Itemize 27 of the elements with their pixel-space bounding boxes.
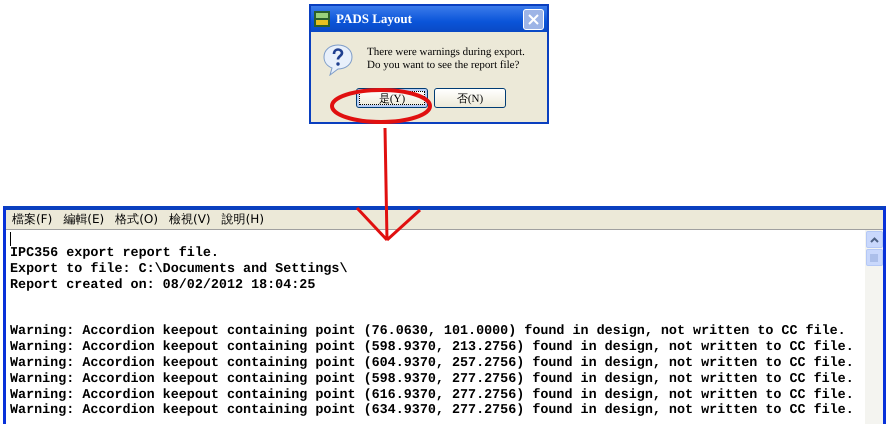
text-line: Warning: Accordion keepout containing point (598.9370, 277.2756) found in design, not written to CC file.: [10, 372, 855, 388]
menu-item[interactable]: 說明(H): [222, 211, 264, 228]
question-icon: [323, 44, 353, 76]
text-line: Warning: Accordion keepout containing point (604.9370, 257.2756) found in design, not written to CC file.: [10, 356, 855, 372]
close-icon: [527, 12, 540, 26]
message-text: Do you want to see the report file?: [367, 59, 520, 72]
close-button[interactable]: [523, 8, 544, 30]
text-line: Warning: Accordion keepout containing point (634.9370, 277.2756) found in design, not written to CC file.: [10, 403, 855, 420]
text-line: Export to file: C:\Documents and Settings\: [10, 262, 348, 278]
menu-item[interactable]: 檢視(V): [169, 211, 211, 228]
text-line: Warning: Accordion keepout containing point (76.0630, 101.0000) found in design, not written to CC file.: [10, 324, 847, 340]
text-line: IPC356 export report file.: [10, 246, 220, 262]
text-line: Warning: Accordion keepout containing point (598.9370, 213.2756) found in design, not written to CC file.: [10, 340, 855, 356]
menu-item[interactable]: 檔案(F): [12, 211, 52, 228]
scroll-up-button[interactable]: [866, 231, 882, 248]
grip-icon: [870, 254, 878, 262]
text-line: Report created on: 08/02/2012 18:04:25: [10, 278, 316, 294]
app-icon: [314, 11, 330, 27]
scroll-thumb[interactable]: [866, 249, 882, 266]
menu-item[interactable]: 編輯(E): [63, 211, 104, 228]
menu-item[interactable]: 格式(O): [115, 211, 158, 228]
caret-up-icon: [870, 236, 878, 242]
message-text: There were warnings during export.: [367, 46, 525, 59]
scrollbar[interactable]: [865, 230, 883, 424]
window-title: PADS Layout: [336, 11, 413, 27]
dialog-button[interactable]: 否(N): [434, 88, 506, 108]
text-line: Warning: Accordion keepout containing point (616.9370, 277.2756) found in design, not written to CC file.: [10, 388, 855, 403]
